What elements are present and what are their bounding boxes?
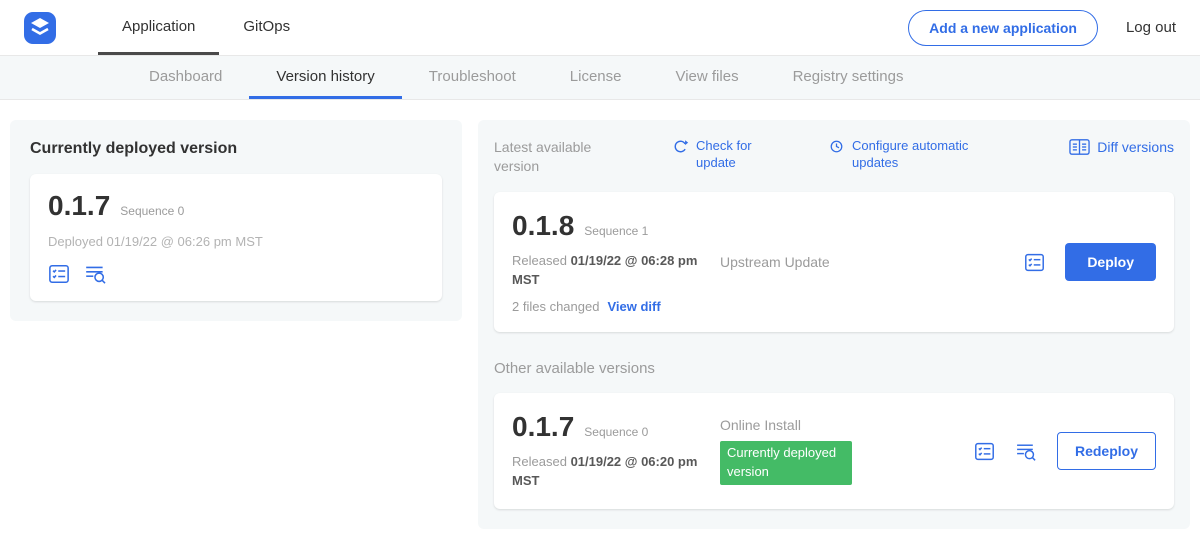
refresh-icon [672, 138, 689, 155]
subtab-version-history[interactable]: Version history [249, 56, 401, 99]
deployed-sequence-label: Sequence 0 [120, 204, 184, 218]
currently-deployed-panel: Currently deployed version 0.1.7 Sequenc… [10, 120, 462, 321]
latest-version-card: 0.1.8 Sequence 1 Released 01/19/22 @ 06:… [494, 192, 1174, 333]
latest-version-number: 0.1.8 [512, 210, 574, 242]
view-files-diff-icon[interactable] [84, 263, 107, 285]
available-versions-panel: Latest available version Check for updat… [478, 120, 1190, 529]
other-version-info: 0.1.7 Sequence 0 Released 01/19/22 @ 06:… [512, 411, 720, 491]
release-notes-icon[interactable] [1024, 252, 1045, 273]
deployed-version-card: 0.1.7 Sequence 0 Deployed 01/19/22 @ 06:… [30, 174, 442, 301]
app-logo-icon[interactable] [24, 12, 56, 44]
latest-files-changed-line: 2 files changedView diff [512, 299, 720, 314]
latest-released-line: Released 01/19/22 @ 06:28 pm MST [512, 252, 702, 290]
tab-gitops[interactable]: GitOps [219, 0, 314, 55]
deployed-version-number: 0.1.7 [48, 190, 110, 222]
top-tabs: Application GitOps [98, 0, 314, 55]
logout-link[interactable]: Log out [1126, 19, 1176, 36]
tab-application[interactable]: Application [98, 0, 219, 55]
deployed-version-line: 0.1.7 Sequence 0 [48, 190, 424, 222]
latest-available-title: Latest available version [494, 138, 614, 176]
other-sequence-label: Sequence 0 [584, 425, 648, 439]
schedule-update-icon [828, 138, 845, 155]
top-navbar: Application GitOps Add a new application… [0, 0, 1200, 56]
other-source-label: Online Install [720, 417, 801, 433]
diff-versions-icon [1069, 138, 1090, 156]
latest-version-actions: Deploy [1024, 243, 1156, 281]
other-released-line: Released 01/19/22 @ 06:20 pm MST [512, 453, 702, 491]
deployed-actions [48, 263, 424, 285]
other-version-source: Online Install Currently deployed versio… [720, 417, 974, 485]
available-panel-header: Latest available version Check for updat… [494, 138, 1174, 176]
latest-version-info: 0.1.8 Sequence 1 Released 01/19/22 @ 06:… [512, 210, 720, 315]
view-diff-link[interactable]: View diff [607, 299, 660, 314]
check-for-update-button[interactable]: Check for update [672, 138, 770, 172]
tab-application-label: Application [122, 18, 195, 35]
view-files-diff-icon[interactable] [1015, 441, 1037, 462]
release-notes-icon[interactable] [974, 441, 995, 462]
deploy-button[interactable]: Deploy [1065, 243, 1156, 281]
subtab-troubleshoot[interactable]: Troubleshoot [402, 56, 543, 99]
configure-automatic-updates-button[interactable]: Configure automatic updates [828, 138, 1000, 172]
diff-versions-button[interactable]: Diff versions [1069, 138, 1174, 156]
deployed-timestamp: Deployed 01/19/22 @ 06:26 pm MST [48, 234, 424, 249]
main-content: Currently deployed version 0.1.7 Sequenc… [0, 100, 1200, 549]
subtab-dashboard[interactable]: Dashboard [122, 56, 249, 99]
app-subnav: Dashboard Version history Troubleshoot L… [0, 56, 1200, 100]
other-available-versions-title: Other available versions [494, 360, 1174, 377]
subtab-view-files[interactable]: View files [648, 56, 765, 99]
other-version-card: 0.1.7 Sequence 0 Released 01/19/22 @ 06:… [494, 393, 1174, 509]
latest-version-source: Upstream Update [720, 254, 1024, 270]
redeploy-button[interactable]: Redeploy [1057, 432, 1156, 470]
subtab-license[interactable]: License [543, 56, 649, 99]
currently-deployed-badge: Currently deployed version [720, 441, 852, 485]
release-notes-icon[interactable] [48, 263, 70, 285]
latest-sequence-label: Sequence 1 [584, 224, 648, 238]
other-version-number: 0.1.7 [512, 411, 574, 443]
deployed-panel-title: Currently deployed version [30, 140, 442, 158]
other-version-actions: Redeploy [974, 432, 1156, 470]
tab-gitops-label: GitOps [243, 18, 290, 35]
add-application-button[interactable]: Add a new application [908, 10, 1098, 46]
subtab-registry-settings[interactable]: Registry settings [766, 56, 931, 99]
topnav-right: Add a new application Log out [908, 0, 1176, 55]
